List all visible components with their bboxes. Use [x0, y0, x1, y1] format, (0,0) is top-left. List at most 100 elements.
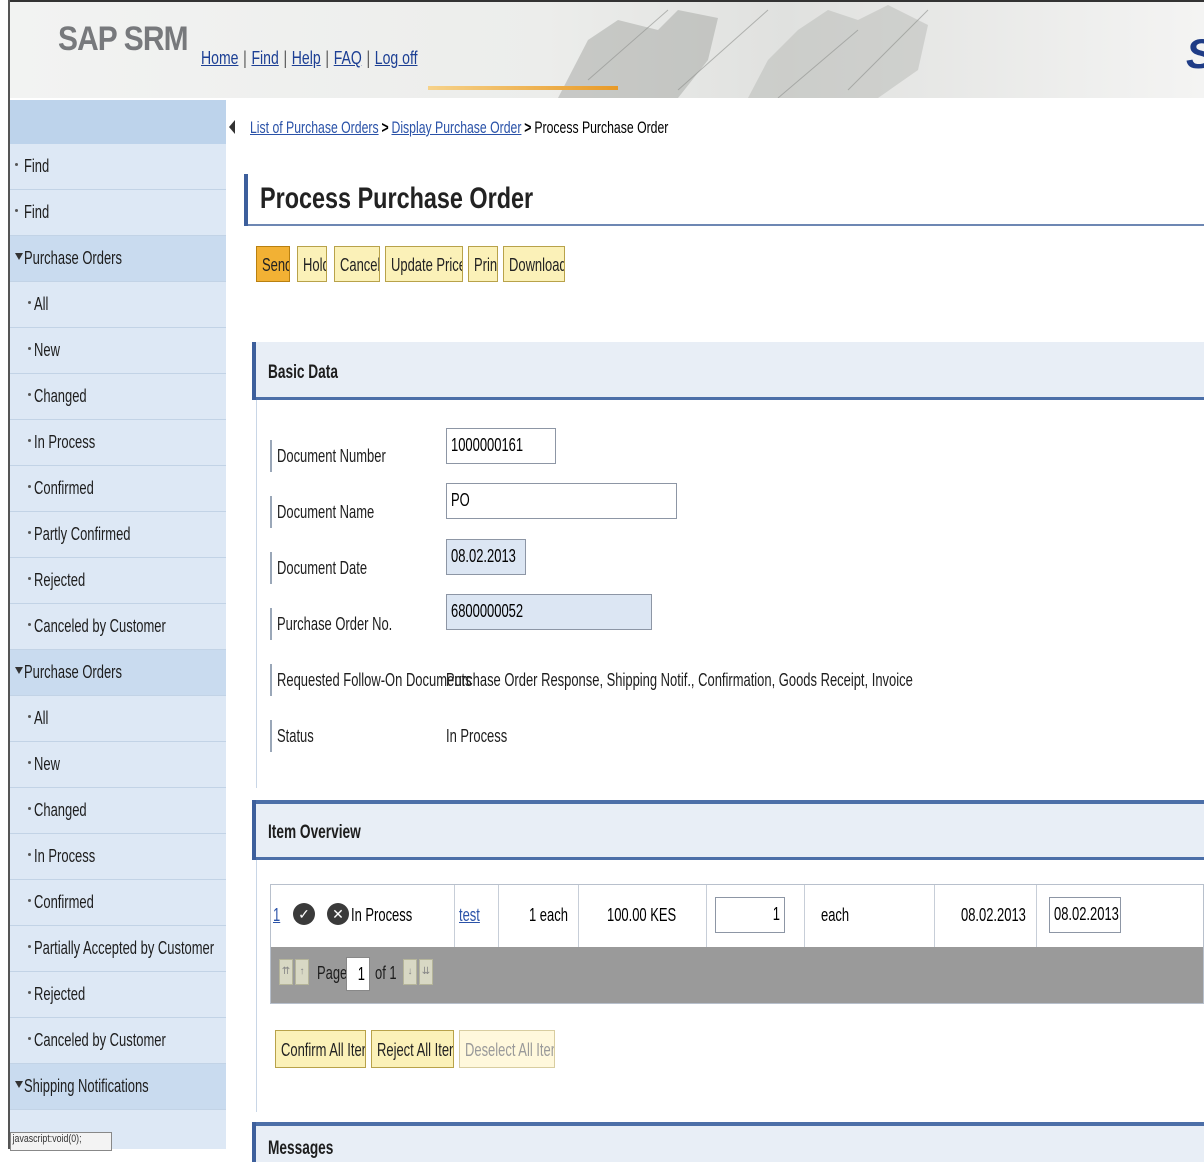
sidebar-item-purchase-orders[interactable]: Purchase Orders [10, 236, 226, 282]
sidebar-item-in-process[interactable]: In Process [10, 834, 226, 880]
bullet-icon [28, 531, 31, 534]
expand-arrow-icon [15, 667, 23, 674]
cancel-button[interactable]: Cancel [334, 246, 380, 282]
sidebar-item-find[interactable]: Find [10, 190, 226, 236]
bullet-icon [28, 1037, 31, 1040]
status-cell: In Process [331, 885, 455, 947]
bullet-icon [28, 577, 31, 580]
top-nav: Home | Find | Help | FAQ | Log off [201, 48, 418, 68]
confirmed-date-cell: 08.02.2013 [1037, 885, 1204, 947]
confirm-all-items-button[interactable]: Confirm All Items [275, 1030, 366, 1068]
sidebar-item-confirmed[interactable]: Confirmed [10, 880, 226, 926]
next-page-icon[interactable]: ↓ [403, 959, 417, 985]
sidebar-item-label: Partially Accepted by Customer [34, 938, 215, 958]
sidebar-item-in-process[interactable]: In Process [10, 420, 226, 466]
hold-button[interactable]: Hold [297, 246, 327, 282]
print-button[interactable]: Print [468, 246, 498, 282]
sidebar-item-label: Partly Confirmed [34, 524, 131, 544]
confirmed-qty-cell: 1 [707, 885, 805, 947]
sidebar-item-shipping-notifications[interactable]: Shipping Notifications [10, 1064, 226, 1110]
bullet-icon [28, 853, 31, 856]
sidebar-item-confirmed[interactable]: Confirmed [10, 466, 226, 512]
header-accent-bar [428, 86, 618, 90]
sidebar-item-find[interactable]: Find [10, 144, 226, 190]
item-number-link[interactable]: 1 [273, 905, 280, 926]
document-number-label: Document Number [270, 440, 428, 472]
sidebar-item-changed[interactable]: Changed [10, 788, 226, 834]
sidebar-nav: Find Find Purchase Orders All New Changed In P… [10, 144, 226, 1110]
collapse-sidebar-icon[interactable] [229, 120, 235, 134]
sidebar-item-label: Find [24, 202, 50, 222]
send-button[interactable]: Send [256, 246, 290, 282]
basic-data-header: Basic Data [252, 342, 1204, 400]
sap-logo: SA [1186, 30, 1204, 78]
item-table: 1 ✓ ✕ In Process test 1 each 100.00 KES … [270, 884, 1204, 1004]
description-cell: test [455, 885, 499, 947]
sidebar-item-label: Canceled by Customer [34, 1030, 166, 1050]
sidebar-item-canceled-by-customer[interactable]: Canceled by Customer [10, 604, 226, 650]
bullet-icon [28, 301, 31, 304]
sidebar-item-purchase-orders[interactable]: Purchase Orders [10, 650, 226, 696]
reject-all-items-button[interactable]: Reject All Items [371, 1030, 454, 1068]
bullet-icon [28, 991, 31, 994]
sidebar: Find Find Purchase Orders All New Changed In P… [10, 100, 226, 1149]
deselect-all-items-button: Deselect All Items [459, 1030, 555, 1068]
bullet-icon [28, 623, 31, 626]
sidebar-item-label: Rejected [34, 984, 86, 1004]
bullet-icon [28, 899, 31, 902]
sidebar-item-label: Changed [34, 386, 87, 406]
bullet-icon [28, 945, 31, 948]
check-icon[interactable]: ✓ [293, 903, 315, 925]
home-link[interactable]: Home [201, 48, 238, 68]
browser-status-bar: javascript:void(0); [10, 1132, 112, 1151]
breadcrumb-list-of-pos[interactable]: List of Purchase Orders [250, 118, 379, 137]
sidebar-item-new[interactable]: New [10, 328, 226, 374]
bullet-icon [28, 761, 31, 764]
expand-arrow-icon [15, 1081, 23, 1088]
sidebar-item-new[interactable]: New [10, 742, 226, 788]
table-row[interactable]: 1 ✓ ✕ In Process test 1 each 100.00 KES … [271, 885, 1203, 947]
sidebar-item-label: Canceled by Customer [34, 616, 166, 636]
page-number-input[interactable]: 1 [346, 957, 370, 991]
document-number-field[interactable]: 1000000161 [446, 428, 556, 464]
expand-arrow-icon [15, 253, 23, 260]
update-prices-button[interactable]: Update Prices [385, 246, 463, 282]
bullet-icon [28, 347, 31, 350]
sidebar-item-all[interactable]: All [10, 282, 226, 328]
bullet-icon [15, 163, 18, 166]
confirmed-date-input[interactable]: 08.02.2013 [1049, 897, 1121, 933]
faq-link[interactable]: FAQ [334, 48, 362, 68]
sidebar-item-label: All [34, 294, 49, 314]
sidebar-item-label: Changed [34, 800, 87, 820]
sidebar-item-rejected[interactable]: Rejected [10, 558, 226, 604]
confirmed-qty-input[interactable]: 1 [715, 897, 785, 933]
item-description-link[interactable]: test [459, 905, 480, 926]
find-link[interactable]: Find [251, 48, 278, 68]
sidebar-item-canceled-by-customer[interactable]: Canceled by Customer [10, 1018, 226, 1064]
table-pager: ⇈ ↑ Page 1 of 1 ↓ ⇊ [271, 947, 1203, 1003]
sidebar-item-label: Purchase Orders [24, 662, 122, 682]
breadcrumb-current: Process Purchase Order [534, 118, 669, 137]
messages-header: Messages [252, 1122, 1204, 1162]
page-title-bar: Process Purchase Order [244, 174, 1204, 226]
document-name-field[interactable]: PO [446, 483, 677, 519]
bullet-icon [28, 439, 31, 442]
breadcrumb-display-po[interactable]: Display Purchase Order [391, 118, 521, 137]
sidebar-item-partially-accepted-by-customer[interactable]: Partially Accepted by Customer [10, 926, 226, 972]
sidebar-item-rejected[interactable]: Rejected [10, 972, 226, 1018]
last-page-icon[interactable]: ⇊ [419, 959, 433, 985]
sidebar-item-label: Purchase Orders [24, 248, 122, 268]
world-map-decoration [558, 5, 929, 98]
followon-docs-value: Purchase Order Response, Shipping Notif.… [446, 670, 913, 690]
logoff-link[interactable]: Log off [375, 48, 418, 68]
previous-page-icon[interactable]: ↑ [295, 959, 309, 985]
bullet-icon [28, 485, 31, 488]
help-link[interactable]: Help [292, 48, 321, 68]
first-page-icon[interactable]: ⇈ [279, 959, 293, 985]
sidebar-item-partly-confirmed[interactable]: Partly Confirmed [10, 512, 226, 558]
sidebar-item-label: Rejected [34, 570, 86, 590]
unit-cell: each [805, 885, 935, 947]
sidebar-item-changed[interactable]: Changed [10, 374, 226, 420]
download-button[interactable]: Download [503, 246, 565, 282]
sidebar-item-all[interactable]: All [10, 696, 226, 742]
